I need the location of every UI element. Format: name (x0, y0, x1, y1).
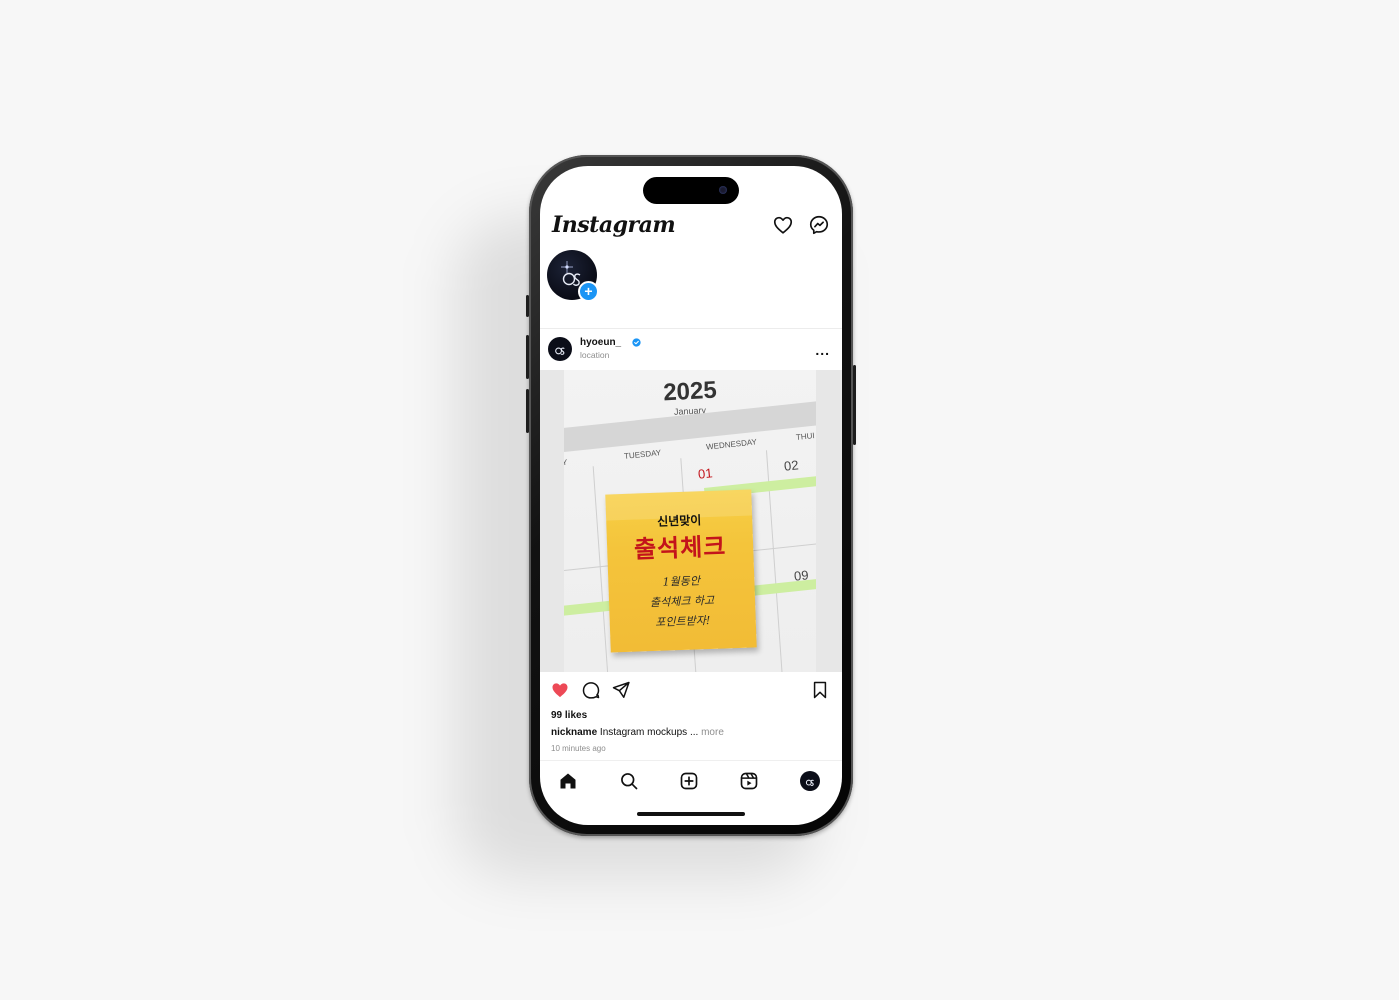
heart-icon[interactable] (772, 214, 794, 236)
more-options-button[interactable]: ... (815, 342, 830, 358)
post-caption: nickname Instagram mockups ... more (551, 727, 724, 738)
phone-frame: Instagram + hyoeun_ location ... 2025 Ja… (526, 155, 856, 836)
post-image[interactable]: 2025 January Y TUESDAY WEDNESDAY THUI 01… (540, 370, 842, 672)
post-location[interactable]: location (580, 350, 609, 360)
caption-ellipsis: ... (689, 727, 699, 738)
caption-text: Instagram mockups (599, 727, 688, 738)
likes-count[interactable]: 99 likes (551, 710, 587, 721)
instagram-logo[interactable]: Instagram (552, 212, 676, 238)
heart-filled-icon[interactable] (550, 680, 570, 700)
post-avatar[interactable] (548, 337, 572, 361)
volume-up-button (526, 335, 529, 379)
calendar-date: 09 (793, 567, 810, 584)
brand-monogram-icon (555, 347, 565, 355)
search-icon[interactable] (619, 771, 639, 791)
add-story-plus-icon[interactable]: + (578, 281, 599, 302)
post-header: hyoeun_ location ... (540, 334, 842, 366)
phone-screen: Instagram + hyoeun_ location ... 2025 Ja… (540, 166, 842, 825)
reels-icon[interactable] (739, 771, 759, 791)
messenger-icon[interactable] (808, 214, 830, 236)
verified-badge-icon (632, 338, 641, 347)
calendar-artwork: 2025 January Y TUESDAY WEDNESDAY THUI 01… (564, 370, 816, 672)
story-your-story[interactable]: + (547, 250, 599, 302)
dynamic-island (643, 177, 739, 204)
share-icon[interactable] (611, 680, 631, 700)
profile-avatar[interactable] (800, 771, 820, 791)
caption-username[interactable]: nickname (551, 727, 597, 738)
comment-icon[interactable] (581, 680, 601, 700)
action-button (526, 295, 529, 317)
calendar-weekday: Y (564, 457, 568, 468)
front-camera (719, 186, 727, 194)
sticky-note-title: 출석체크 (633, 533, 727, 564)
stories-divider (540, 328, 842, 329)
bottom-nav (540, 760, 842, 797)
sticky-note-body: 1월동안 출석체크 하고 포인트받자! (608, 569, 756, 634)
post-username[interactable]: hyoeun_ (580, 337, 621, 348)
create-icon[interactable] (679, 771, 699, 791)
post-timestamp: 10 minutes ago (551, 744, 606, 753)
calendar-weekday: WEDNESDAY (705, 437, 758, 452)
power-button (853, 365, 856, 445)
volume-down-button (526, 389, 529, 433)
app-header: Instagram (540, 208, 842, 244)
bookmark-icon[interactable] (810, 680, 830, 700)
home-icon[interactable] (558, 771, 578, 791)
mockup-stage: Instagram + hyoeun_ location ... 2025 Ja… (0, 0, 1399, 1000)
sticky-note: 신년맞이 출석체크 1월동안 출석체크 하고 포인트받자! (605, 489, 757, 653)
calendar-date: 01 (697, 465, 714, 482)
home-indicator[interactable] (637, 812, 745, 816)
calendar-date: 02 (783, 457, 800, 474)
calendar-weekday: THUI (795, 431, 816, 442)
caption-more-link[interactable]: more (701, 727, 724, 738)
post-actions (540, 676, 842, 704)
calendar-weekday: TUESDAY (623, 448, 662, 461)
brand-monogram-icon (805, 779, 814, 786)
sticky-note-line: 포인트받자! (655, 614, 711, 629)
